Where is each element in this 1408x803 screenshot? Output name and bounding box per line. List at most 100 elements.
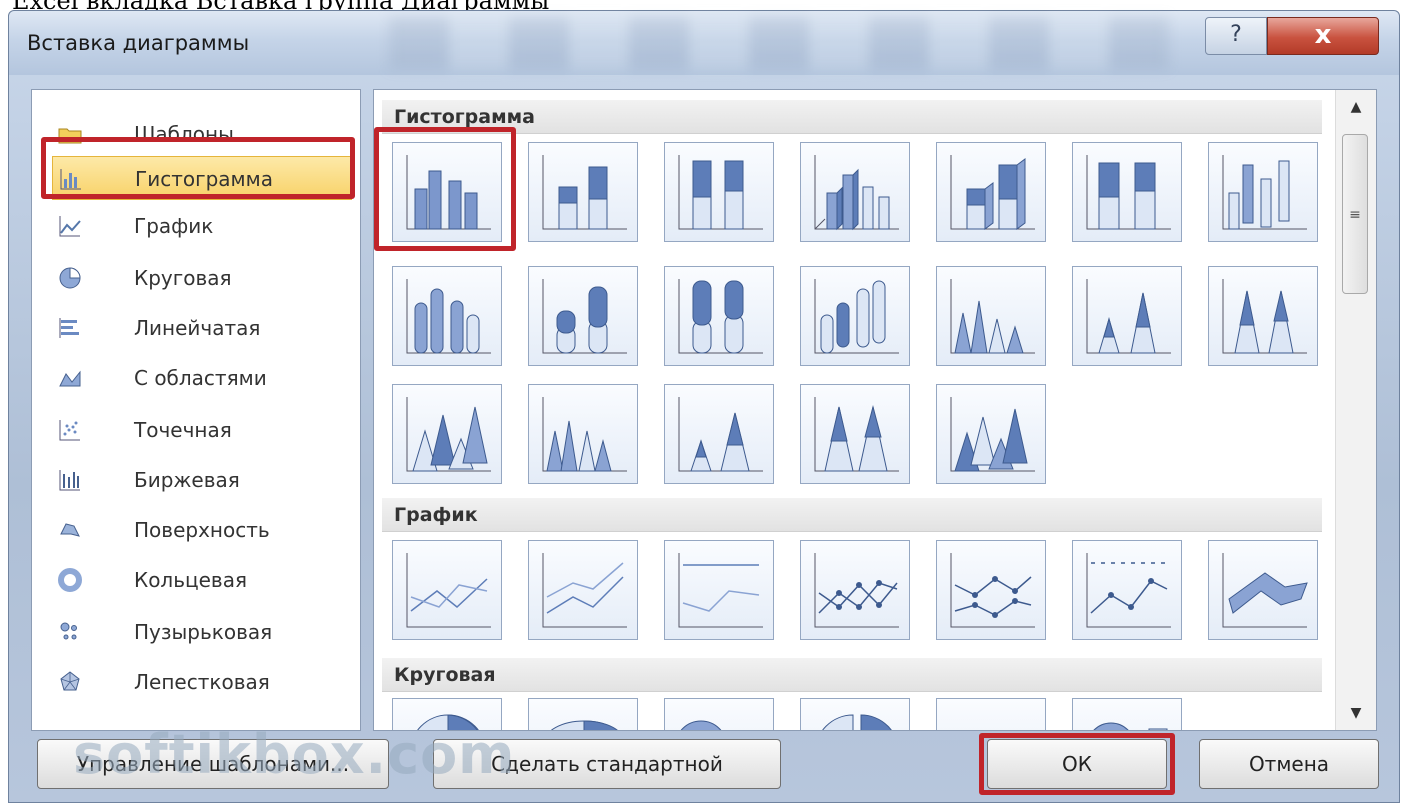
chart-subtype-3d-stacked-column[interactable]	[936, 142, 1046, 242]
bar-of-pie-icon	[1093, 722, 1168, 730]
chart-subtype-3d-clustered-column[interactable]	[800, 142, 910, 242]
3d-column-icon	[1222, 155, 1307, 230]
stacked-line-icon	[542, 553, 627, 628]
category-label: Пузырьковая	[134, 620, 273, 644]
category-stock[interactable]: Биржевая	[46, 458, 346, 502]
exploded-pie-icon	[822, 714, 892, 730]
chart-subtype-stacked-line-markers[interactable]	[936, 540, 1046, 640]
category-label: Круговая	[134, 266, 232, 290]
chart-subtype-exploded-pie[interactable]	[800, 698, 910, 730]
3d-pie-icon	[550, 720, 618, 730]
3d-cone-icon	[406, 397, 491, 472]
stacked-pyramid-icon	[678, 397, 763, 472]
area-chart-icon	[59, 370, 81, 387]
category-label: Кольцевая	[134, 568, 247, 592]
chart-subtype-3d-pyramid[interactable]	[936, 384, 1046, 484]
category-scatter[interactable]: Точечная	[46, 408, 346, 452]
chart-subtype-100-stacked-cone[interactable]	[1208, 266, 1318, 366]
3d-cylinder-icon	[814, 279, 899, 354]
category-bubble[interactable]: Пузырьковая	[46, 610, 346, 654]
chart-subtype-100-stacked-pyramid[interactable]	[800, 384, 910, 484]
title-bar[interactable]: Вставка диаграммы ? x	[9, 11, 1399, 75]
chart-subtype-clustered-cylinder[interactable]	[392, 266, 502, 366]
stacked-column-icon	[542, 155, 627, 230]
chart-subtype-line[interactable]	[392, 540, 502, 640]
3d-clustered-column-icon	[814, 155, 899, 231]
percent-line-markers-icon	[1086, 553, 1171, 628]
line-chart-icon	[59, 216, 81, 237]
pie-chart-icon	[59, 267, 81, 289]
help-button[interactable]: ?	[1205, 17, 1267, 55]
chart-subtype-clustered-cone[interactable]	[936, 266, 1046, 366]
chart-subtype-stacked-cylinder[interactable]	[528, 266, 638, 366]
vertical-scrollbar[interactable]: ▲ ≡ ▼	[1335, 90, 1376, 730]
category-pie[interactable]: Круговая	[46, 256, 346, 300]
chart-subtype-stacked-cone[interactable]	[1072, 266, 1182, 366]
chart-subtype-100-stacked-column[interactable]	[664, 142, 774, 242]
line-with-markers-icon	[814, 553, 899, 628]
chart-subtype-3d-100-stacked-column[interactable]	[1072, 142, 1182, 242]
insert-chart-dialog: Вставка диаграммы ? x Шаблоны Гистограмм…	[8, 10, 1400, 803]
stock-chart-icon	[59, 470, 80, 491]
category-label: Биржевая	[134, 468, 240, 492]
3d-pyramid-icon	[950, 397, 1035, 472]
scroll-up-arrow-icon[interactable]: ▲	[1336, 90, 1376, 124]
chart-subtype-3d-cylinder[interactable]	[800, 266, 910, 366]
chart-subtype-clustered-pyramid[interactable]	[528, 384, 638, 484]
percent-stacked-cone-icon	[1222, 279, 1307, 354]
line-icon	[406, 553, 491, 628]
stacked-cone-icon	[1086, 279, 1171, 354]
category-radar[interactable]: Лепестковая	[46, 660, 346, 704]
scatter-chart-icon	[59, 420, 80, 441]
bubble-chart-icon	[60, 622, 77, 640]
cancel-button[interactable]: Отмена	[1199, 739, 1379, 789]
watermark-text: softikbox.com	[73, 723, 516, 786]
percent-stacked-line-icon	[678, 553, 763, 628]
clustered-cylinder-icon	[406, 279, 491, 354]
chart-subtype-3d-pie[interactable]	[528, 698, 638, 730]
category-label: Точечная	[134, 418, 232, 442]
category-label: Поверхность	[134, 518, 270, 542]
chart-subtype-100-stacked-line[interactable]	[664, 540, 774, 640]
chart-subtype-stacked-line[interactable]	[528, 540, 638, 640]
radar-chart-icon	[60, 671, 80, 691]
chart-subtype-gallery: Гистограмма График Круговая ▲ ≡ ▼	[373, 89, 1377, 731]
chart-subtype-100-stacked-cylinder[interactable]	[664, 266, 774, 366]
scroll-down-arrow-icon[interactable]: ▼	[1336, 696, 1376, 730]
category-label: Лепестковая	[134, 670, 270, 694]
category-label: Линейчатая	[134, 316, 261, 340]
highlight-selected-subtype	[374, 127, 516, 251]
category-area[interactable]: С областями	[46, 356, 346, 400]
category-surface[interactable]: Поверхность	[46, 508, 346, 552]
chart-subtype-3d-column[interactable]	[1208, 142, 1318, 242]
percent-stacked-cylinder-icon	[678, 279, 763, 354]
3d-stacked-column-icon	[950, 155, 1035, 230]
highlight-selected-category	[41, 137, 355, 199]
chart-subtype-100-line-markers[interactable]	[1072, 540, 1182, 640]
percent-stacked-column-icon	[678, 155, 763, 230]
exploded-3d-pie-icon	[937, 699, 1047, 731]
3d-percent-stacked-column-icon	[1086, 155, 1171, 230]
category-bar[interactable]: Линейчатая	[46, 306, 346, 350]
scroll-thumb[interactable]: ≡	[1342, 134, 1368, 294]
chart-subtype-stacked-column[interactable]	[528, 142, 638, 242]
chart-subtype-stacked-pyramid[interactable]	[664, 384, 774, 484]
bar-chart-icon	[59, 318, 79, 338]
chart-subtype-pie-of-pie[interactable]	[664, 698, 774, 730]
chart-subtype-3d-cone[interactable]	[392, 384, 502, 484]
chart-subtype-3d-line[interactable]	[1208, 540, 1318, 640]
dialog-title: Вставка диаграммы	[27, 31, 250, 55]
doughnut-chart-icon	[58, 568, 82, 592]
section-header-column: Гистограмма	[382, 100, 1322, 134]
section-header-line: График	[382, 498, 1322, 532]
close-button[interactable]: x	[1267, 17, 1379, 55]
category-line[interactable]: График	[46, 204, 346, 248]
chart-subtype-exploded-3d-pie[interactable]	[936, 698, 1047, 731]
chart-subtype-bar-of-pie[interactable]	[1072, 698, 1182, 730]
category-label: График	[134, 214, 214, 238]
clustered-pyramid-icon	[542, 397, 627, 472]
section-header-pie: Круговая	[382, 658, 1322, 692]
surface-chart-icon	[60, 523, 80, 537]
chart-subtype-line-markers[interactable]	[800, 540, 910, 640]
category-doughnut[interactable]: Кольцевая	[46, 558, 346, 602]
